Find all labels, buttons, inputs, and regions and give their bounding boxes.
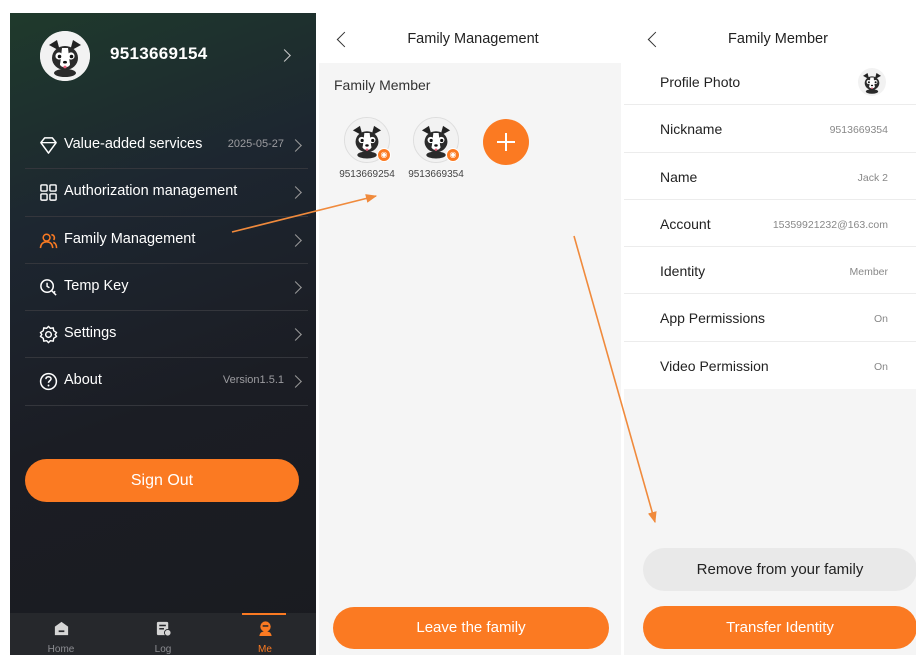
family-icon	[39, 233, 58, 248]
row-value: Member	[849, 266, 888, 279]
row-label: Profile Photo	[660, 74, 741, 90]
profile-header[interactable]: 9513669154	[10, 13, 316, 105]
chevron-right-icon	[289, 233, 302, 247]
family-member-item[interactable]: ◉ 9513669354	[406, 117, 466, 180]
row-label: App Permissions	[660, 310, 766, 327]
gear-icon	[39, 325, 58, 344]
tab-home[interactable]: Home	[10, 613, 112, 655]
page-title: Family Management	[407, 31, 539, 47]
detail-row-account: Account 15359921232@163.com	[624, 200, 916, 248]
chevron-right-icon	[289, 139, 302, 152]
menu-item-label: Family Management	[64, 230, 196, 247]
transfer-identity-button[interactable]: Transfer Identity	[643, 606, 916, 649]
username: 9513669154	[110, 44, 208, 63]
family-management-screen: Family Management Family Member ◉ 951366…	[319, 13, 621, 655]
section-title: Family Member	[334, 77, 431, 93]
row-value: On	[873, 360, 888, 373]
menu-item-label: Value-added services	[64, 136, 203, 152]
detail-row-name[interactable]: Name Jack 2	[624, 153, 916, 200]
tab-label: Home	[47, 644, 75, 655]
page-title: Family Member	[728, 31, 828, 47]
avatar: ◉	[413, 117, 460, 163]
menu-item-label: Authorization management	[64, 183, 238, 200]
detail-row-profile-photo[interactable]: Profile Photo	[624, 58, 916, 106]
family-member-screen: Family Member Profile Photo Nickname 951…	[624, 13, 916, 655]
question-icon	[39, 373, 58, 391]
me-menu: Value-added services 2025-05-27 Authoriz…	[25, 122, 308, 406]
tab-label: Log	[154, 644, 172, 655]
me-icon	[259, 621, 272, 637]
member-name: 9513669354	[408, 169, 464, 180]
detail-row-app-permissions[interactable]: App Permissions On	[624, 294, 916, 342]
chevron-right-icon	[289, 375, 302, 389]
row-label: Nickname	[660, 121, 723, 138]
member-detail-list: Profile Photo Nickname 9513669354 Name J…	[624, 58, 916, 390]
remove-from-family-button[interactable]: Remove from your family	[643, 548, 916, 591]
row-label: Account	[660, 215, 711, 232]
member-name: 9513669254	[339, 169, 395, 180]
menu-item-label: Settings	[64, 325, 117, 342]
screenshot-stage: 9513669154 Value-added services 2025-05-…	[0, 0, 916, 655]
menu-item-authorization-management[interactable]: Authorization management	[25, 169, 308, 217]
menu-item-value-added-services[interactable]: Value-added services 2025-05-27	[25, 122, 308, 170]
menu-item-label: Temp Key	[64, 277, 129, 294]
avatar[interactable]	[40, 31, 90, 81]
nav-bar: Family Management	[319, 13, 621, 63]
grid-icon	[40, 184, 57, 202]
tab-me[interactable]: Me	[214, 613, 316, 655]
diamond-icon	[40, 137, 57, 154]
avatar: ◉	[344, 117, 391, 163]
row-value: 15359921232@163.com	[772, 218, 888, 231]
row-label: Name	[660, 168, 698, 185]
profile-photo-icon	[858, 68, 886, 96]
log-icon	[156, 621, 172, 637]
dog-avatar-icon	[40, 31, 90, 81]
chevron-right-icon	[278, 49, 291, 62]
menu-item-settings[interactable]: Settings	[25, 311, 308, 359]
active-tab-indicator	[242, 613, 286, 615]
plus-icon	[504, 133, 508, 151]
camera-badge-icon: ◉	[446, 148, 460, 162]
detail-row-nickname[interactable]: Nickname 9513669354	[624, 105, 916, 153]
nav-bar: Family Member	[624, 13, 916, 63]
menu-item-about[interactable]: About Version1.5.1	[25, 358, 308, 406]
row-label: Video Permission	[660, 357, 769, 374]
add-member-button[interactable]	[483, 119, 529, 165]
chevron-right-icon	[289, 281, 302, 294]
row-value: Jack 2	[857, 171, 888, 184]
menu-item-family-management[interactable]: Family Management	[25, 217, 308, 264]
detail-row-identity: Identity Member	[624, 247, 916, 295]
sign-out-button[interactable]: Sign Out	[25, 459, 299, 502]
temp-key-icon	[40, 279, 57, 296]
family-member-item[interactable]: ◉ 9513669254	[337, 117, 397, 180]
row-value: On	[873, 313, 888, 326]
leave-family-button[interactable]: Leave the family	[333, 607, 609, 649]
row-value: 9513669354	[829, 124, 888, 137]
tab-label: Me	[258, 644, 272, 655]
detail-row-video-permission[interactable]: Video Permission On	[624, 342, 916, 389]
menu-item-temp-key[interactable]: Temp Key	[25, 264, 308, 312]
tab-log[interactable]: Log	[112, 613, 214, 655]
camera-badge-icon: ◉	[377, 148, 391, 162]
version-value: Version1.5.1	[222, 374, 284, 387]
chevron-right-icon	[289, 328, 302, 342]
me-drawer: 9513669154 Value-added services 2025-05-…	[10, 13, 316, 655]
row-label: Identity	[660, 263, 706, 280]
bottom-tab-bar: Home Log Me	[10, 613, 316, 655]
expiry-date: 2025-05-27	[227, 138, 284, 150]
chevron-right-icon	[289, 186, 302, 200]
menu-item-label: About	[64, 372, 102, 389]
home-icon	[54, 621, 69, 636]
